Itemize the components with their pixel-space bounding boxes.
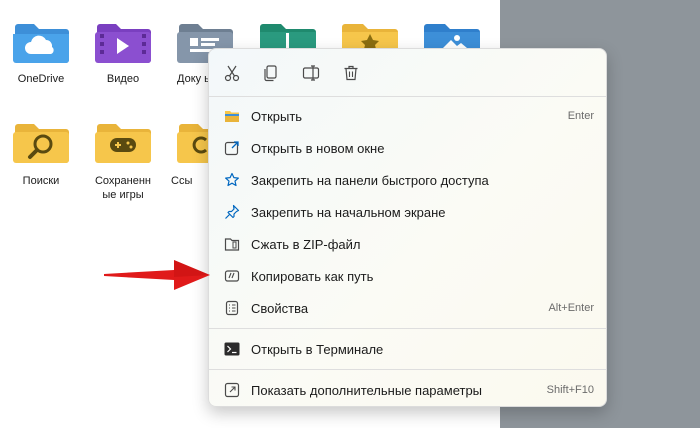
menu-item-label: Показать дополнительные параметры — [251, 382, 483, 398]
menu-item-pin-quick-access[interactable]: Закрепить на панели быстрого доступа — [213, 165, 604, 195]
context-menu: Открыть Enter Открыть в новом окне Закре… — [208, 48, 607, 407]
folder-pictures[interactable] — [414, 18, 490, 48]
zip-icon — [223, 235, 241, 253]
menu-item-properties[interactable]: Свойства Alt+Enter — [213, 293, 604, 323]
cut-button[interactable] — [221, 62, 243, 84]
menu-item-label: Открыть — [251, 108, 303, 124]
cloud-folder-icon — [13, 24, 69, 63]
folder-onedrive[interactable]: OneDrive — [3, 18, 79, 86]
properties-icon — [223, 299, 241, 317]
trash-icon — [344, 65, 358, 81]
new-window-icon — [223, 139, 241, 157]
star-icon — [223, 171, 241, 189]
delete-button[interactable] — [340, 62, 362, 84]
menu-item-shortcut: Enter — [567, 110, 594, 122]
folder-searches[interactable]: Поиски — [3, 120, 79, 188]
folder-label: Видео — [106, 73, 140, 85]
more-options-icon — [223, 381, 241, 399]
menu-item-open-new-window[interactable]: Открыть в новом окне — [213, 133, 604, 163]
video-folder-icon — [95, 24, 151, 63]
searches-folder-icon — [13, 124, 69, 163]
rename-icon — [302, 65, 320, 81]
menu-separator — [209, 328, 606, 329]
red-arrow-icon — [104, 260, 210, 290]
favorites-folder-icon — [342, 24, 398, 48]
menu-item-label: Открыть в Терминале — [251, 341, 384, 357]
copy-path-icon — [223, 267, 241, 285]
pin-icon — [223, 203, 241, 221]
menu-item-label: Закрепить на панели быстрого доступа — [251, 172, 489, 188]
menu-separator — [209, 96, 606, 97]
pictures-folder-icon — [424, 24, 480, 48]
copy-icon — [264, 65, 277, 82]
menu-item-pin-start[interactable]: Закрепить на начальном экране — [213, 197, 604, 227]
menu-item-shortcut: Shift+F10 — [546, 384, 594, 396]
folder-saved-games[interactable]: Сохраненн ые игры — [85, 120, 161, 202]
copy-button[interactable] — [260, 62, 282, 84]
menu-item-open-terminal[interactable]: Открыть в Терминале — [213, 334, 604, 364]
menu-item-label: Открыть в новом окне — [251, 140, 385, 156]
menu-item-label: Свойства — [251, 300, 309, 316]
folder-label: Поиски — [22, 175, 60, 187]
folder-label: Сохраненн ые игры — [94, 175, 151, 201]
folder-open-icon — [223, 107, 241, 125]
folder-video[interactable]: Видео — [85, 18, 161, 86]
terminal-icon — [223, 340, 241, 358]
folder-favorites[interactable] — [332, 18, 408, 48]
menu-item-shortcut: Alt+Enter — [548, 302, 594, 314]
scissors-icon — [224, 65, 240, 82]
saved-games-folder-icon — [95, 124, 151, 163]
menu-item-label: Сжать в ZIP-файл — [251, 236, 361, 252]
folder-downloads[interactable] — [250, 18, 326, 48]
folder-label: OneDrive — [17, 73, 65, 85]
menu-item-compress-zip[interactable]: Сжать в ZIP-файл — [213, 229, 604, 259]
menu-item-label: Копировать как путь — [251, 268, 374, 284]
menu-item-show-more-options[interactable]: Показать дополнительные параметры Shift+… — [213, 375, 604, 405]
menu-item-label: Закрепить на начальном экране — [251, 204, 446, 220]
menu-item-copy-as-path[interactable]: Копировать как путь — [213, 261, 604, 291]
menu-separator — [209, 369, 606, 370]
rename-button[interactable] — [300, 62, 322, 84]
menu-item-open[interactable]: Открыть Enter — [213, 101, 604, 131]
downloads-folder-icon — [260, 24, 316, 48]
context-menu-toolbar — [209, 49, 606, 96]
